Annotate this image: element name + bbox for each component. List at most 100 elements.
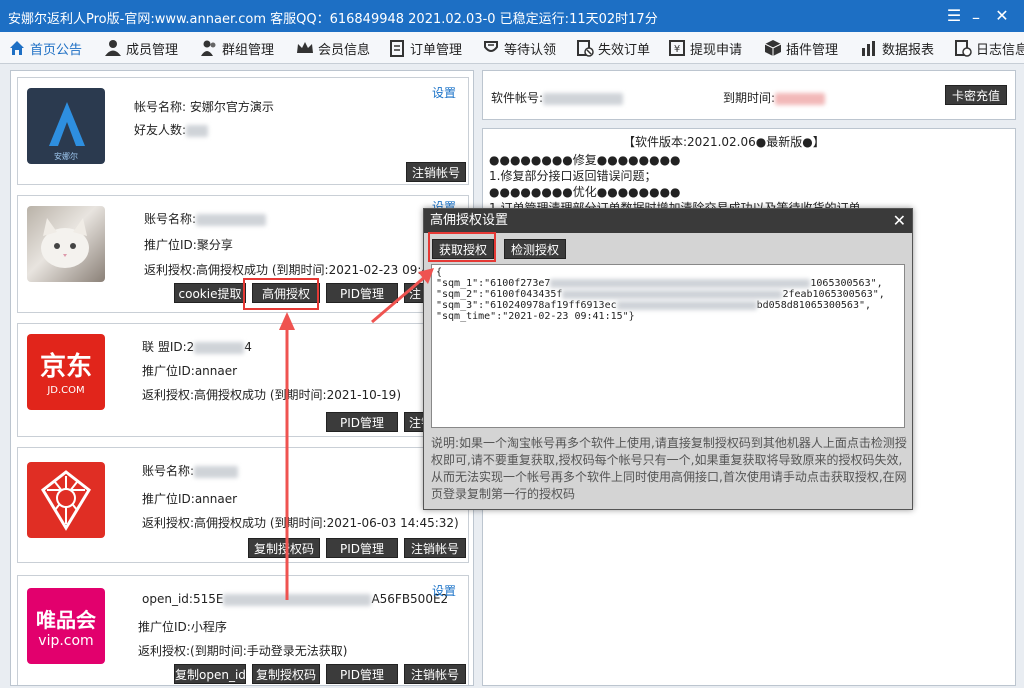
pid-manage-button[interactable]: PID管理: [326, 664, 398, 684]
pdd-logo: [27, 462, 105, 538]
software-account-label: 软件帐号:: [491, 91, 544, 105]
software-account-bar: 软件帐号: 到期时间: 卡密充值: [482, 70, 1016, 120]
plugin-icon: [764, 40, 782, 56]
chart-icon: [862, 41, 875, 56]
highlight-get-auth-button: [428, 232, 496, 262]
account-name-label: 账号名称:: [142, 464, 195, 478]
menu-icon[interactable]: ☰: [944, 6, 964, 26]
rebate-status: 返利授权:(到期时间:手动登录无法获取): [138, 644, 348, 658]
sqm-2-head: "sqm_2":"6100f043435f: [436, 289, 563, 300]
cookie-extract-button[interactable]: cookie提取: [174, 283, 246, 303]
news-line: ●●●●●●●●优化●●●●●●●●: [489, 185, 681, 199]
tab-logs-label: 日志信息: [976, 42, 1024, 58]
code-line: "sqm_1":"6100f273e7 1065300563",: [436, 278, 900, 289]
vip-logo-text: 唯品会: [36, 608, 96, 632]
rebate-status: 返利授权:高佣授权成功 (到期时间:2021-02-23 09:41:1: [144, 263, 449, 277]
expire-time-label: 到期时间:: [723, 91, 776, 105]
tab-invalid[interactable]: 失效订单: [576, 36, 650, 60]
home-icon: [10, 41, 24, 55]
news-line: ●●●●●●●●修复●●●●●●●●: [489, 153, 681, 167]
pid-manage-button[interactable]: PID管理: [326, 538, 398, 558]
highlight-auth-button: [243, 278, 319, 310]
tab-members-label: 成员管理: [126, 42, 179, 58]
svg-text:¥: ¥: [674, 44, 680, 55]
vip-logo: 唯品会 vip.com: [27, 588, 105, 664]
annaer-logo-text: 安娜尔: [54, 151, 78, 161]
sqm-2-tail: 2feab1065300563",: [782, 289, 885, 300]
jd-logo: 京东 JD.COM: [27, 334, 105, 410]
pid-manage-button[interactable]: PID管理: [326, 412, 398, 432]
copy-auth-code-button[interactable]: 复制授权码: [252, 664, 320, 684]
logout-button[interactable]: 注销帐号: [404, 538, 466, 558]
invalid-icon: [577, 40, 594, 57]
cat-avatar: [27, 206, 105, 282]
log-icon: [955, 40, 972, 57]
tab-orders[interactable]: 订单管理: [388, 36, 462, 60]
account-name: 账号名称:: [142, 462, 239, 479]
sqm-1-tail: 1065300563",: [810, 278, 883, 289]
friend-count-label: 好友人数:: [134, 123, 187, 137]
tab-reports[interactable]: 数据报表: [860, 36, 934, 60]
jd-logo-text: 京东: [39, 352, 92, 382]
tab-members[interactable]: 成员管理: [104, 36, 178, 60]
tab-withdraw[interactable]: ¥ 提现申请: [668, 36, 742, 60]
alliance-id: 联 盟ID:2 4: [142, 338, 252, 355]
promo-id: 推广位ID:聚分享: [144, 238, 233, 252]
tab-plugins-label: 插件管理: [786, 42, 839, 58]
vip-logo-domain: vip.com: [38, 633, 94, 649]
promo-id: 推广位ID:小程序: [138, 620, 227, 634]
tab-reports-label: 数据报表: [882, 42, 935, 58]
tab-invalid-label: 失效订单: [598, 42, 651, 58]
logout-button[interactable]: 注销帐号: [404, 664, 466, 684]
account-list-panel: 安娜尔 帐号名称: 安娜尔官方演示 好友人数: 设置 注销帐号 账号名称: 推广…: [10, 70, 474, 686]
jd-logo-domain: JD.COM: [47, 385, 85, 396]
close-icon[interactable]: ✕: [893, 211, 906, 231]
crown-icon: [297, 42, 313, 53]
copy-auth-code-button[interactable]: 复制授权码: [248, 538, 320, 558]
tab-plugins[interactable]: 插件管理: [764, 36, 838, 60]
app-title: 安娜尔返利人Pro版-官网:www.annaer.com 客服QQ：616849…: [8, 12, 658, 27]
tab-logs[interactable]: 日志信息: [954, 36, 1024, 60]
news-line: 1.修复部分接口返回错误问题；: [489, 169, 657, 183]
code-line: "sqm_time":"2021-02-23 09:41:15"}: [436, 311, 635, 322]
settings-link[interactable]: 设置: [432, 582, 456, 599]
promo-id: 推广位ID:annaer: [142, 364, 238, 378]
title-bar: 安娜尔返利人Pro版-官网:www.annaer.com 客服QQ：616849…: [0, 0, 1024, 32]
copy-open-id-button[interactable]: 复制open_id: [174, 664, 246, 684]
sqm-1-head: "sqm_1":"6100f273e7: [436, 278, 551, 289]
promo-id: 推广位ID:annaer: [142, 492, 238, 506]
account-name: 账号名称:: [144, 210, 267, 227]
settings-link[interactable]: 设置: [432, 84, 456, 101]
dialog-title: 高佣授权设置: [424, 209, 912, 233]
account-card-pdd: 账号名称: 推广位ID:annaer 返利授权:高佣授权成功 (到期时间:202…: [17, 447, 469, 563]
tab-withdraw-label: 提现申请: [690, 42, 743, 58]
tab-claim[interactable]: 等待认领: [482, 36, 556, 60]
check-auth-button[interactable]: 检测授权: [504, 239, 566, 259]
tab-home[interactable]: 首页公告: [8, 36, 82, 60]
version-title: 【软件版本:2021.02.06●最新版●】: [623, 135, 825, 149]
sqm-3-tail: bd058d81065300563",: [756, 300, 872, 311]
annaer-logo: 安娜尔: [27, 88, 105, 164]
tab-vip-label: 会员信息: [318, 42, 371, 58]
user-icon: [105, 40, 121, 56]
account-name: 帐号名称: 安娜尔官方演示: [134, 100, 274, 114]
claim-icon: [484, 41, 498, 52]
code-line: {: [436, 267, 443, 278]
recharge-button[interactable]: 卡密充值: [945, 85, 1007, 105]
pid-manage-button[interactable]: PID管理: [326, 283, 398, 303]
software-account: 软件帐号:: [491, 89, 624, 106]
friend-count: 好友人数:: [134, 121, 209, 138]
tab-groups[interactable]: 群组管理: [200, 36, 274, 60]
account-card-main: 安娜尔 帐号名称: 安娜尔官方演示 好友人数: 设置 注销帐号: [17, 77, 469, 185]
logout-button[interactable]: 注销帐号: [406, 162, 466, 182]
account-name-label: 账号名称:: [144, 212, 197, 226]
expire-time: 到期时间:: [723, 89, 826, 106]
close-icon[interactable]: ✕: [992, 6, 1012, 26]
minimize-icon[interactable]: –: [966, 8, 986, 28]
tab-vip[interactable]: 会员信息: [296, 36, 370, 60]
auth-code-textarea[interactable]: { "sqm_1":"6100f273e7 1065300563", "sqm_2…: [431, 264, 905, 428]
alliance-id-label: 联 盟ID:2: [142, 340, 195, 354]
auth-settings-dialog: 高佣授权设置 ✕ 获取授权 检测授权 { "sqm_1":"6100f273e7…: [423, 208, 913, 510]
order-icon: [390, 40, 404, 57]
account-card-vip: 唯品会 vip.com open_id:515E A56FB500E2 推广位ID…: [17, 575, 469, 685]
